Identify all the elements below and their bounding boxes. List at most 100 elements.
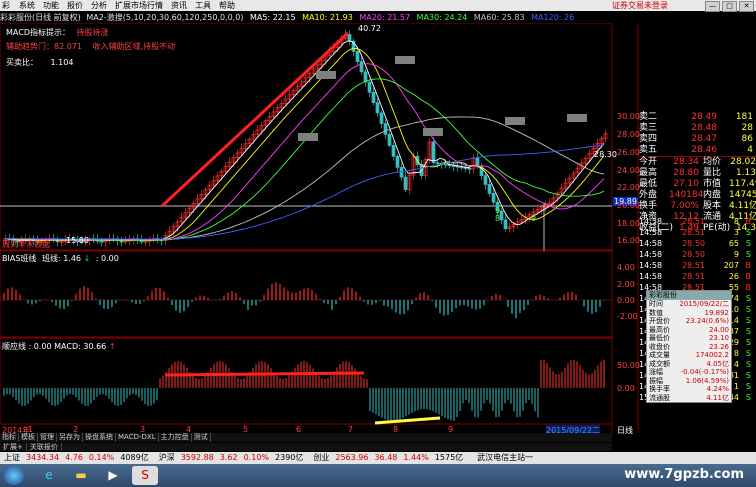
price-axis-tick: 20.00 (617, 201, 640, 210)
index-name[interactable]: 沪深 (159, 452, 175, 464)
stat-label: 均价 (703, 157, 722, 167)
stat-label: 股本 (703, 201, 722, 211)
tick-price: 28.51 (682, 272, 705, 281)
menu-item-3[interactable]: 分析 (90, 0, 108, 11)
start-button-icon[interactable] (4, 466, 24, 485)
ie-icon[interactable]: e (36, 466, 62, 485)
popup-value: 1.06(4.59%) (685, 376, 729, 385)
price-axis-tick: 22.00 (617, 183, 640, 192)
ask-price: 28.49 (691, 112, 717, 122)
menu-item-2[interactable]: 报价 (66, 0, 84, 11)
stat-label: 量比 (703, 168, 722, 178)
index-name[interactable]: 上证 (4, 452, 20, 464)
menu-item-4[interactable]: 扩展市场行情 (114, 0, 164, 11)
menu-item-0[interactable]: 系统 (18, 0, 36, 11)
media-icon[interactable]: ▶ (100, 466, 126, 485)
ask-label: 卖四 (639, 134, 658, 144)
ask-volume: 28 (741, 123, 753, 133)
popup-value: 23.26 (708, 342, 729, 351)
ma-formula[interactable]: MA2-激搜(5,10,20,30,60,120,250,0,0,0) (86, 13, 243, 22)
folder-icon[interactable]: ▬ (68, 466, 94, 485)
index-percent: 1.44% (403, 453, 429, 462)
indicator-tabs: 指标 模板 管理 另存为 操盘系统 MACD-DXL 主力控盘 测试 (0, 433, 612, 442)
trade-login-link[interactable]: 证券交易未登录 (612, 0, 668, 11)
tick-flag: S (745, 382, 751, 391)
menu-item-1[interactable]: 功能 (42, 0, 60, 11)
popup-value: 4.11亿 (706, 393, 729, 402)
extra-tab[interactable]: 扩展+ (0, 443, 27, 451)
candle-body (443, 163, 448, 166)
stat-value: 147459 (729, 190, 756, 200)
quote-stat-row: 最高 28.80 量比 1.13 (639, 168, 756, 179)
indicator-header: 彩彩服份(日线 前复权) MA2-激搜(5,10,20,30,60,120,25… (0, 12, 612, 23)
extra-tab[interactable]: 关联报价 (27, 443, 62, 451)
popup-value: 4.24% (706, 385, 729, 393)
tick-flag: S (745, 327, 751, 336)
maximize-icon[interactable]: □ (722, 1, 737, 12)
tick-volume: 26 (728, 272, 739, 281)
indicator-tab[interactable]: 操盘系统 (83, 433, 116, 442)
ask-price: 28.46 (691, 145, 717, 155)
indicator-tab[interactable]: 另存为 (57, 433, 83, 442)
popup-key: 换手率 (649, 385, 670, 393)
ask-row: 卖五 28.46 4 (639, 145, 756, 156)
index-name[interactable]: 创业 (313, 452, 329, 464)
popup-key: 振幅 (649, 376, 663, 385)
ask-label: 卖五 (639, 145, 658, 155)
news-ticker[interactable]: 武汉电信主站一 (477, 452, 533, 464)
stock-app-icon[interactable]: S (132, 466, 158, 485)
popup-row: 换手率 4.24% (647, 385, 731, 394)
indicator-tab[interactable]: MACD-DXL (116, 433, 159, 442)
ma60-value: MA60: 25.83 (473, 13, 525, 22)
ask-price: 28.48 (691, 123, 717, 133)
candle-body (383, 123, 388, 135)
price-axis-tick: 30.00 (617, 112, 640, 121)
stat-value: 28.02 (730, 157, 756, 167)
tick-flag: B (745, 272, 752, 281)
index-value: 2563.96 (335, 453, 369, 462)
menu-item-5[interactable]: 资讯 (170, 0, 188, 11)
low-price-label: 15.80 (66, 236, 89, 245)
indicator-tab[interactable]: 模板 (19, 433, 38, 442)
close-icon[interactable]: ✕ (739, 1, 754, 12)
bar-info-popup[interactable]: 彩彩股份 时间 2015/09/22/二 数值 19.892 开盘价 23.24(0.6%… (646, 290, 732, 403)
price-axis-tick: 26.00 (617, 148, 640, 157)
stat-value: 27.10 (673, 179, 699, 189)
popup-row: 涨幅 -0.04(-0.17%) (647, 368, 731, 377)
price-axis-tick: 24.00 (617, 166, 640, 175)
ask-row: 卖四 28.47 86 (639, 134, 756, 145)
stat-value: 28.80 (673, 168, 699, 178)
index-amount: 4089亿 (120, 453, 149, 462)
candle-body (403, 176, 408, 190)
quote-stat-row: 换手 7.00% 股本 4.11亿 (639, 201, 756, 212)
quote-stat-row: 今开 28.34 均价 28.02 (639, 157, 756, 168)
bias-axis-tick: -2.00 (617, 312, 638, 321)
tick-row: 14:58 28.51 8 B (639, 216, 756, 227)
minimize-icon[interactable]: — (705, 1, 720, 12)
menu-item-7[interactable]: 帮助 (218, 0, 236, 11)
popup-title: 彩彩股份 (647, 291, 731, 300)
indicator-tab[interactable]: 测试 (192, 433, 211, 442)
popup-key: 成交额 (649, 359, 670, 368)
indicator-tab[interactable]: 指标 (0, 433, 19, 442)
ma20-value: MA20: 21.57 (359, 13, 411, 22)
menu-item-6[interactable]: 工具 (194, 0, 212, 11)
popup-key: 开盘价 (649, 317, 670, 325)
watermark-text: www.7gpzb.com (624, 467, 744, 482)
indicator-tab[interactable]: 主力控盘 (159, 433, 192, 442)
stat-label: 内盘 (703, 190, 722, 200)
ma30-value: MA30: 24.24 (416, 13, 468, 22)
candle-body (99, 240, 104, 243)
trend-box-hint: 辅助趋势门：82.071 收入辅助区域,持股不动 (6, 42, 176, 51)
ma20-line (4, 63, 605, 241)
popup-row: 最高价 24.00 (647, 326, 731, 335)
candle-body (491, 192, 496, 203)
ask-volume: 4 (747, 145, 753, 155)
stock-chart[interactable] (0, 23, 639, 433)
tick-time: 14:58 (639, 272, 663, 281)
index-change: 36.48 (374, 453, 398, 462)
candle-body (359, 61, 364, 73)
indicator-tab[interactable]: 管理 (38, 433, 57, 442)
period-label[interactable]: 日线 (617, 425, 633, 436)
popup-value: -0.04(-0.17%) (680, 368, 729, 376)
